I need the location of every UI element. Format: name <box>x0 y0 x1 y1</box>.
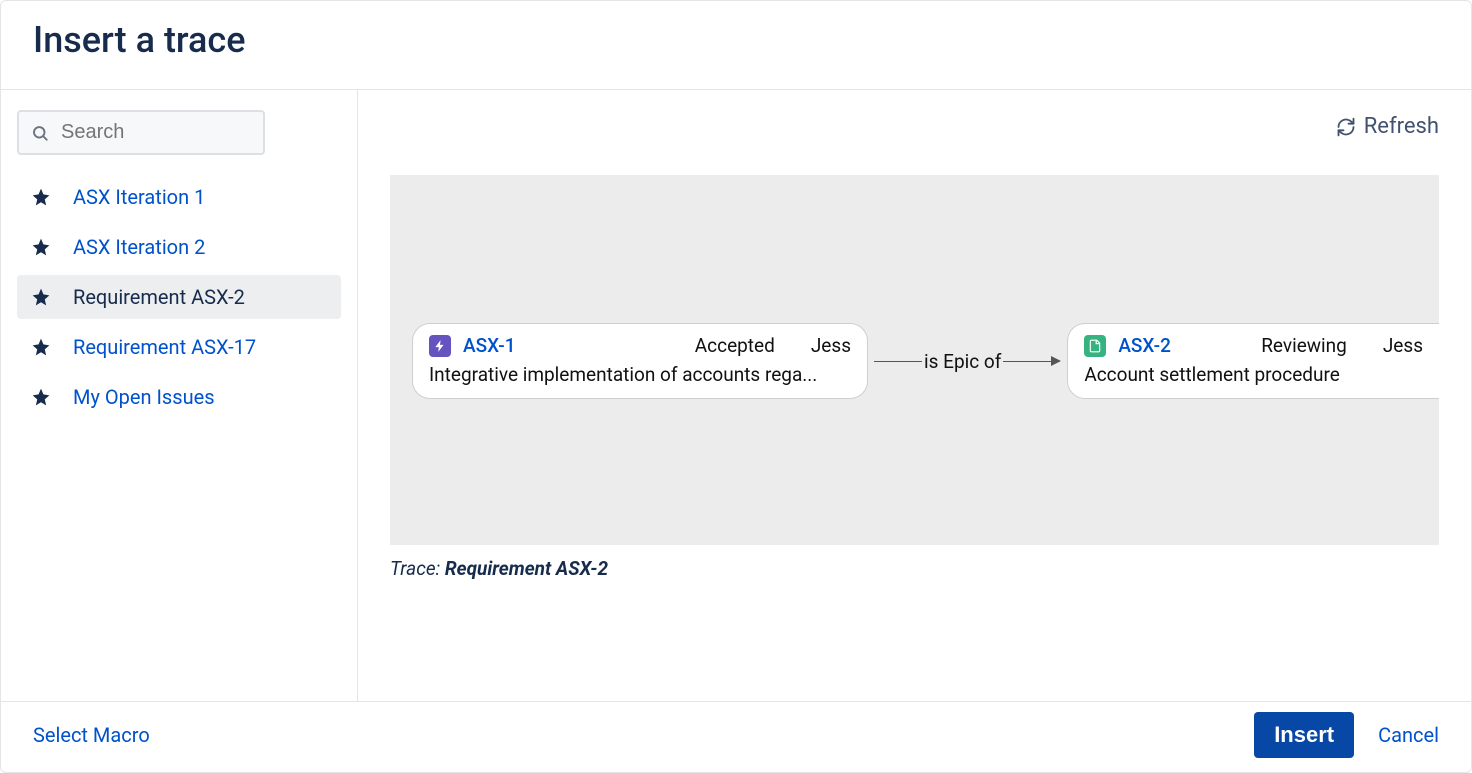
filter-label: ASX Iteration 2 <box>73 235 205 259</box>
filter-item-my-open-issues[interactable]: My Open Issues <box>17 375 341 419</box>
filter-label: Requirement ASX-2 <box>73 285 245 309</box>
insert-button[interactable]: Insert <box>1254 712 1354 758</box>
refresh-icon <box>1336 117 1356 137</box>
trace-preview: ASX-1 Accepted Jess Integrative implemen… <box>390 175 1439 545</box>
footer-actions: Insert Cancel <box>1254 712 1439 758</box>
dialog-header: Insert a trace <box>1 1 1471 90</box>
trace-row: ASX-1 Accepted Jess Integrative implemen… <box>412 323 1439 399</box>
requirement-icon <box>1084 335 1106 357</box>
issue-assignee: Jess <box>811 334 851 357</box>
select-macro-link[interactable]: Select Macro <box>33 723 150 747</box>
issue-status: Reviewing <box>1261 334 1347 357</box>
filter-label: My Open Issues <box>73 385 215 409</box>
connector-line <box>874 361 922 362</box>
star-icon <box>31 187 51 207</box>
star-icon <box>31 237 51 257</box>
filter-list: ASX Iteration 1 ASX Iteration 2 Requirem… <box>17 175 341 419</box>
filter-item-asx-iteration-1[interactable]: ASX Iteration 1 <box>17 175 341 219</box>
search-box[interactable] <box>17 110 265 155</box>
epic-icon <box>429 335 451 357</box>
card-header: ASX-2 Reviewing Jess <box>1084 334 1423 357</box>
issue-key: ASX-2 <box>1118 334 1171 357</box>
card-header: ASX-1 Accepted Jess <box>429 334 851 357</box>
issue-assignee: Jess <box>1383 334 1423 357</box>
filter-item-requirement-asx-17[interactable]: Requirement ASX-17 <box>17 325 341 369</box>
refresh-label: Refresh <box>1364 114 1439 139</box>
search-icon <box>31 124 49 142</box>
issue-card-source[interactable]: ASX-1 Accepted Jess Integrative implemen… <box>412 323 868 399</box>
issue-key: ASX-1 <box>463 334 516 357</box>
connector-line <box>1003 361 1051 362</box>
main-panel: Refresh ASX-1 Accepted Jess <box>358 90 1471 701</box>
dialog-body: ASX Iteration 1 ASX Iteration 2 Requirem… <box>1 90 1471 701</box>
issue-summary: Integrative implementation of accounts r… <box>429 363 851 386</box>
main-toolbar: Refresh <box>390 114 1439 139</box>
sidebar: ASX Iteration 1 ASX Iteration 2 Requirem… <box>1 90 358 701</box>
star-icon <box>31 387 51 407</box>
dialog-title: Insert a trace <box>33 19 1439 61</box>
trace-caption: Trace: Requirement ASX-2 <box>390 557 1439 580</box>
link-connector: is Epic of <box>874 350 1061 373</box>
issue-summary: Account settlement procedure <box>1084 363 1423 386</box>
dialog-footer: Select Macro Insert Cancel <box>1 701 1471 772</box>
arrow-right-icon <box>1051 356 1061 366</box>
filter-item-asx-iteration-2[interactable]: ASX Iteration 2 <box>17 225 341 269</box>
refresh-button[interactable]: Refresh <box>1336 114 1439 139</box>
search-input[interactable] <box>59 120 251 145</box>
cancel-button[interactable]: Cancel <box>1378 723 1439 747</box>
filter-item-requirement-asx-2[interactable]: Requirement ASX-2 <box>17 275 341 319</box>
caption-prefix: Trace: <box>390 557 445 580</box>
filter-label: ASX Iteration 1 <box>73 185 205 209</box>
insert-trace-dialog: Insert a trace ASX Iteration 1 <box>0 0 1472 773</box>
issue-status: Accepted <box>695 334 775 357</box>
star-icon <box>31 337 51 357</box>
star-icon <box>31 287 51 307</box>
issue-card-target[interactable]: ASX-2 Reviewing Jess Account settlement … <box>1067 323 1439 399</box>
filter-label: Requirement ASX-17 <box>73 335 256 359</box>
caption-name: Requirement ASX-2 <box>445 557 608 580</box>
link-label: is Epic of <box>924 350 1001 373</box>
